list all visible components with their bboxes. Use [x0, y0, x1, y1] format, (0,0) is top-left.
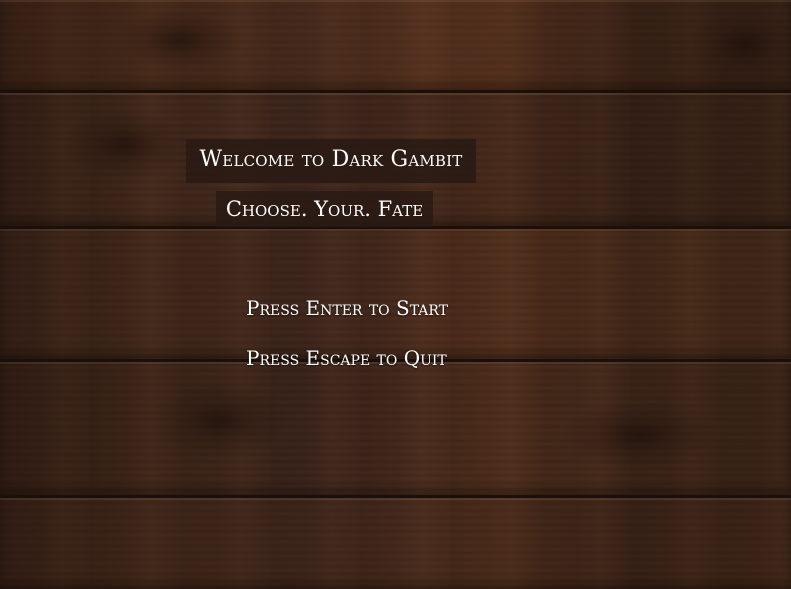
- wood-knot: [120, 10, 240, 70]
- wood-knot: [60, 110, 190, 180]
- start-prompt[interactable]: Press Enter to Start: [246, 296, 448, 320]
- wood-knot: [150, 380, 290, 460]
- wood-knot: [560, 400, 720, 470]
- wood-knot: [690, 5, 791, 85]
- game-tagline: Choose. Your. Fate: [216, 191, 433, 227]
- wood-plank: [0, 498, 791, 589]
- quit-prompt[interactable]: Press Escape to Quit: [246, 346, 447, 370]
- title-screen: Welcome to Dark Gambit Choose. Your. Fat…: [0, 0, 791, 589]
- game-title: Welcome to Dark Gambit: [186, 139, 476, 183]
- wood-plank: [0, 0, 791, 93]
